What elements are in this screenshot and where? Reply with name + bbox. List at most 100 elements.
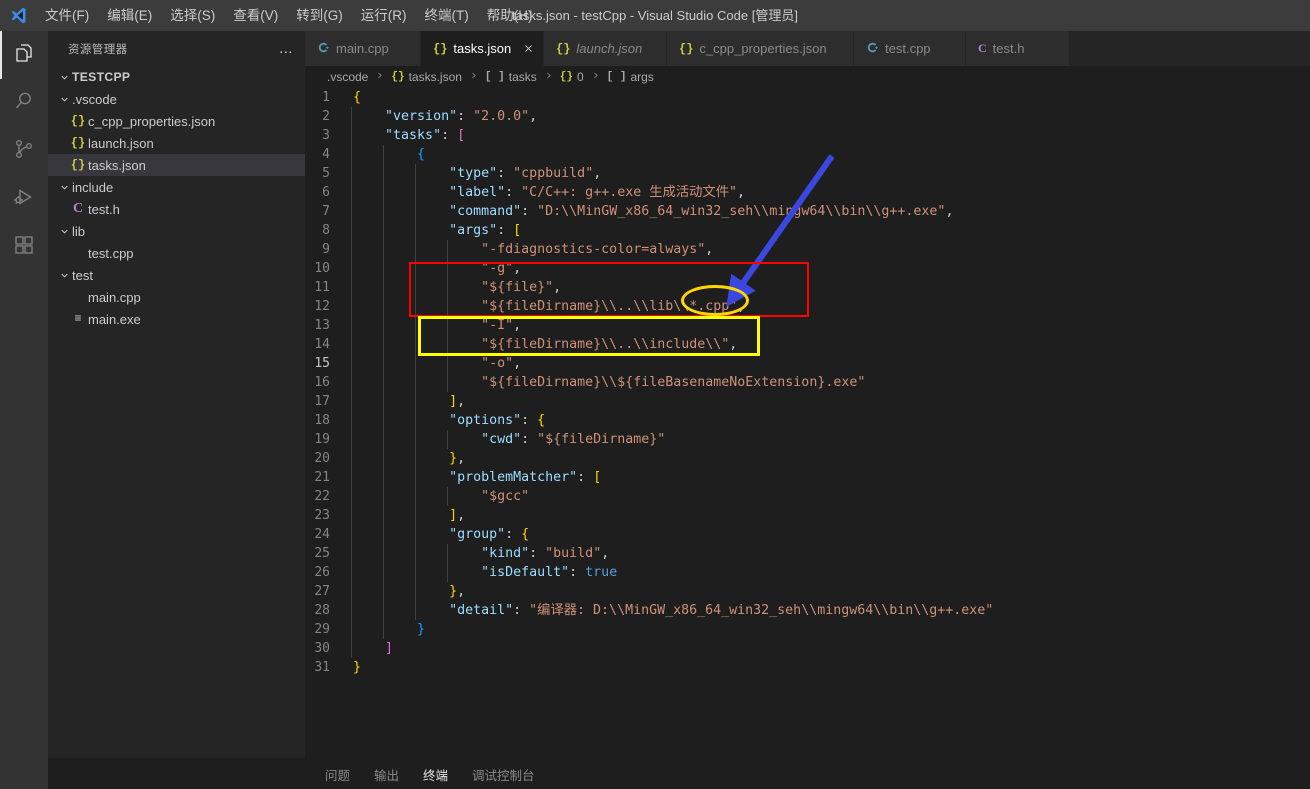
code-line: 17 ], bbox=[305, 392, 1310, 411]
tree-item-c-cpp-properties-json[interactable]: {} c_cpp_properties.json bbox=[48, 110, 305, 132]
code-text: "-g", bbox=[351, 259, 521, 278]
code-text: } bbox=[353, 660, 362, 675]
line-number: 26 bbox=[314, 565, 330, 580]
activity-source-control-button[interactable] bbox=[0, 127, 48, 175]
menu-view[interactable]: 查看(V) bbox=[224, 0, 287, 31]
tree-item-lib[interactable]: lib bbox=[48, 220, 305, 242]
tree-item-label: c_cpp_properties.json bbox=[88, 113, 216, 129]
code-text: "args": [ bbox=[351, 221, 521, 240]
code-text: "${file}", bbox=[351, 278, 561, 297]
code-line: 6 "label": "C/C++: g++.exe 生成活动文件", bbox=[305, 183, 1310, 202]
json-file-icon: {} bbox=[556, 41, 571, 56]
editor-tab-main-cpp[interactable]: main.cpp bbox=[305, 31, 421, 66]
code-text: "tasks": [ bbox=[351, 126, 465, 145]
tree-item-main-cpp[interactable]: main.cpp bbox=[48, 286, 305, 308]
tree-item-test-h[interactable]: Ctest.h bbox=[48, 198, 305, 220]
menu-run[interactable]: 运行(R) bbox=[352, 0, 416, 31]
menu-selection[interactable]: 选择(S) bbox=[161, 0, 224, 31]
tree-item-include[interactable]: include bbox=[48, 176, 305, 198]
json-file-icon: {} bbox=[433, 41, 448, 56]
code-text: "kind": "build", bbox=[351, 544, 609, 563]
editor-tab-label: test.cpp bbox=[885, 41, 931, 56]
line-number: 23 bbox=[314, 508, 330, 523]
breadcrumb-item-tasks[interactable]: [ ] tasks bbox=[483, 70, 539, 84]
panel-tab-终端[interactable]: 终端 bbox=[423, 759, 448, 788]
panel-tab-调试控制台[interactable]: 调试控制台 bbox=[472, 759, 535, 788]
close-icon[interactable] bbox=[523, 41, 534, 57]
editor-tab-test-h[interactable]: Ctest.h bbox=[966, 31, 1070, 66]
file-tree: .vscode{} c_cpp_properties.json{} launch.j… bbox=[48, 88, 305, 330]
menu-terminal[interactable]: 终端(T) bbox=[416, 0, 478, 31]
tree-item-label: test bbox=[72, 267, 93, 283]
panel-tab-问题[interactable]: 问题 bbox=[325, 759, 350, 788]
code-line: 30 ] bbox=[305, 639, 1310, 658]
tree-item-label: .vscode bbox=[72, 91, 117, 107]
code-text: "version": "2.0.0", bbox=[351, 107, 537, 126]
tree-item-test-cpp[interactable]: test.cpp bbox=[48, 242, 305, 264]
line-number: 28 bbox=[314, 603, 330, 618]
tree-item-launch-json[interactable]: {} launch.json bbox=[48, 132, 305, 154]
code-text: }, bbox=[351, 449, 465, 468]
menu-goto[interactable]: 转到(G) bbox=[287, 0, 352, 31]
code-line: 15 "-o", bbox=[305, 354, 1310, 373]
explorer-files-icon bbox=[12, 41, 36, 70]
tree-item-tasks-json[interactable]: {} tasks.json bbox=[48, 154, 305, 176]
extensions-icon bbox=[12, 233, 36, 262]
line-number: 12 bbox=[314, 299, 330, 314]
editor-tab-launch-json[interactable]: {} launch.json bbox=[544, 31, 667, 66]
breadcrumb-item--vscode[interactable]: .vscode bbox=[325, 70, 370, 84]
activity-extensions-button[interactable] bbox=[0, 223, 48, 271]
editor-tab-tasks-json[interactable]: {} tasks.json bbox=[421, 31, 544, 66]
tree-item-test[interactable]: test bbox=[48, 264, 305, 286]
breadcrumb-item-tasks-json[interactable]: {} tasks.json bbox=[389, 70, 464, 84]
activity-run-debug-button[interactable] bbox=[0, 175, 48, 223]
code-line: 24 "group": { bbox=[305, 525, 1310, 544]
breadcrumb-label: args bbox=[630, 70, 654, 84]
code-line: 2 "version": "2.0.0", bbox=[305, 107, 1310, 126]
vscode-logo-icon bbox=[0, 0, 36, 31]
breadcrumb-label: 0 bbox=[576, 70, 584, 84]
breadcrumb-item-args[interactable]: [ ] args bbox=[605, 70, 656, 84]
editor-tab-c-cpp-properties-json[interactable]: {} c_cpp_properties.json bbox=[667, 31, 854, 66]
chevron-right-icon bbox=[586, 70, 605, 84]
code-line: 18 "options": { bbox=[305, 411, 1310, 430]
workspace-root-row[interactable]: TESTCPP bbox=[48, 66, 305, 88]
code-line: 5 "type": "cppbuild", bbox=[305, 164, 1310, 183]
line-number: 9 bbox=[322, 242, 330, 257]
tree-item-label: main.cpp bbox=[88, 289, 141, 305]
json-file-icon: {} bbox=[70, 114, 86, 128]
line-number: 15 bbox=[314, 356, 330, 371]
activity-search-button[interactable] bbox=[0, 79, 48, 127]
breadcrumb-item-0[interactable]: {} 0 bbox=[558, 70, 586, 84]
line-number: 10 bbox=[314, 261, 330, 276]
chevron-down-icon bbox=[56, 220, 72, 242]
code-text: "isDefault": true bbox=[351, 563, 617, 582]
more-actions-button[interactable]: ... bbox=[275, 38, 297, 60]
code-line: 28 "detail": "编译器: D:\\MinGW_x86_64_win3… bbox=[305, 601, 1310, 620]
tree-item-label: test.cpp bbox=[88, 245, 134, 261]
tree-item-label: tasks.json bbox=[88, 157, 146, 173]
tree-item-main-exe[interactable]: ≡ main.exe bbox=[48, 308, 305, 330]
code-editor[interactable]: 1{2 "version": "2.0.0", 3 "tasks": [4 {5 … bbox=[305, 88, 1310, 789]
line-number: 21 bbox=[314, 470, 330, 485]
breadcrumb-label: tasks bbox=[508, 70, 537, 84]
activity-bar bbox=[0, 31, 48, 789]
activity-explorer-button[interactable] bbox=[0, 31, 48, 79]
menu-edit[interactable]: 编辑(E) bbox=[98, 0, 161, 31]
code-line: 10 "-g", bbox=[305, 259, 1310, 278]
tree-item--vscode[interactable]: .vscode bbox=[48, 88, 305, 110]
line-number: 29 bbox=[314, 622, 330, 637]
array-brackets-icon: [ ] bbox=[606, 71, 627, 83]
menu-bar: 文件(F) 编辑(E) 选择(S) 查看(V) 转到(G) 运行(R) 终端(T… bbox=[36, 0, 542, 31]
line-number: 6 bbox=[322, 185, 330, 200]
array-brackets-icon: [ ] bbox=[484, 71, 505, 83]
editor-tab-test-cpp[interactable]: test.cpp bbox=[854, 31, 966, 66]
menu-file[interactable]: 文件(F) bbox=[36, 0, 98, 31]
code-line: 12 "${fileDirname}\\..\\lib\\*.cpp", bbox=[305, 297, 1310, 316]
line-number: 25 bbox=[314, 546, 330, 561]
menu-help[interactable]: 帮助(H) bbox=[478, 0, 542, 31]
line-number: 22 bbox=[314, 489, 330, 504]
code-text: "detail": "编译器: D:\\MinGW_x86_64_win32_s… bbox=[351, 601, 993, 620]
panel-tab-输出[interactable]: 输出 bbox=[374, 759, 399, 788]
code-text: "-fdiagnostics-color=always", bbox=[351, 240, 713, 259]
